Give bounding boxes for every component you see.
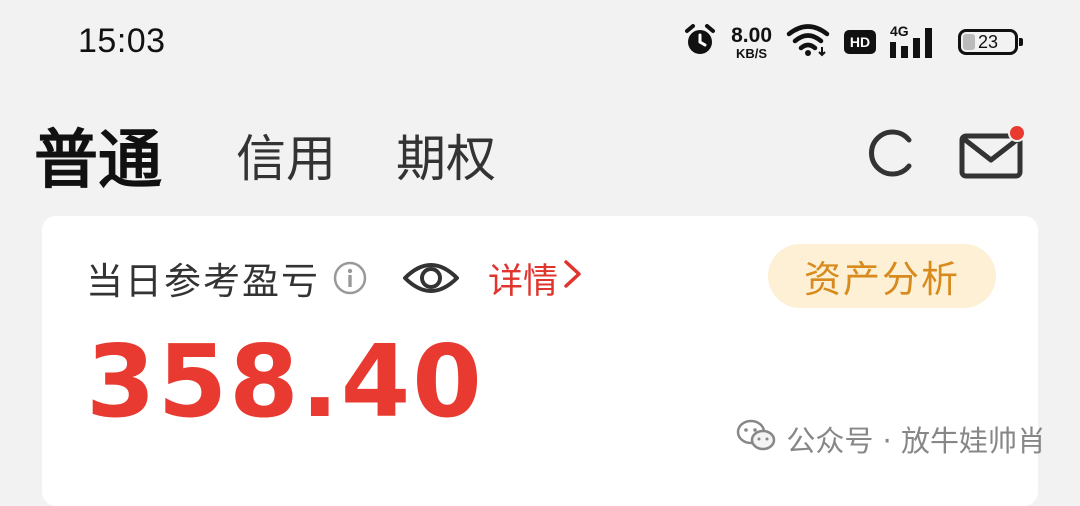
status-time: 15:03 (78, 22, 166, 60)
tab-normal[interactable]: 普通 (34, 100, 162, 210)
status-icons: 8.00 KB/S HD 4G 23 (669, 20, 1023, 64)
battery-level: 23 (977, 31, 999, 52)
cellular-signal-icon: 4G (890, 23, 938, 58)
net-speed: 8.00 KB/S (731, 25, 772, 60)
account-summary-card: 当日参考盈亏 详情 资产分析 358.40 (42, 216, 1038, 506)
net-speed-value: 8.00 (731, 23, 772, 47)
hd-badge: HD (844, 30, 876, 54)
mail-icon (959, 124, 1027, 186)
detail-link[interactable]: 详情 (488, 253, 584, 304)
account-tab-bar: 普通 信用 期权 (0, 100, 1080, 210)
daily-pnl-value: 358.40 (86, 323, 484, 440)
daily-pnl-label: 当日参考盈亏 (86, 260, 320, 303)
watermark-text: 公众号 · 放牛娃帅肖 (786, 424, 1046, 458)
status-bar: 15:03 8.00 KB/S HD 4G 23 (0, 0, 1080, 84)
tab-credit[interactable]: 信用 (236, 100, 336, 210)
eye-icon[interactable] (402, 258, 460, 298)
watermark: 公众号 · 放牛娃帅肖 (736, 418, 1046, 460)
wifi-icon (786, 23, 830, 61)
info-icon[interactable] (332, 260, 368, 296)
net-speed-unit: KB/S (736, 45, 768, 61)
alarm-icon (683, 23, 717, 61)
asset-analysis-button[interactable]: 资产分析 (768, 244, 996, 308)
refresh-button[interactable] (856, 120, 926, 190)
pnl-header-row: 当日参考盈亏 详情 (86, 248, 584, 308)
refresh-icon (864, 126, 918, 184)
mail-button[interactable] (958, 120, 1028, 190)
header-actions (856, 100, 1028, 210)
chevron-right-icon (558, 257, 584, 300)
detail-link-label: 详情 (488, 261, 559, 302)
tab-options[interactable]: 期权 (396, 100, 496, 210)
battery-icon: 23 (958, 29, 1023, 55)
wechat-icon (736, 419, 786, 460)
